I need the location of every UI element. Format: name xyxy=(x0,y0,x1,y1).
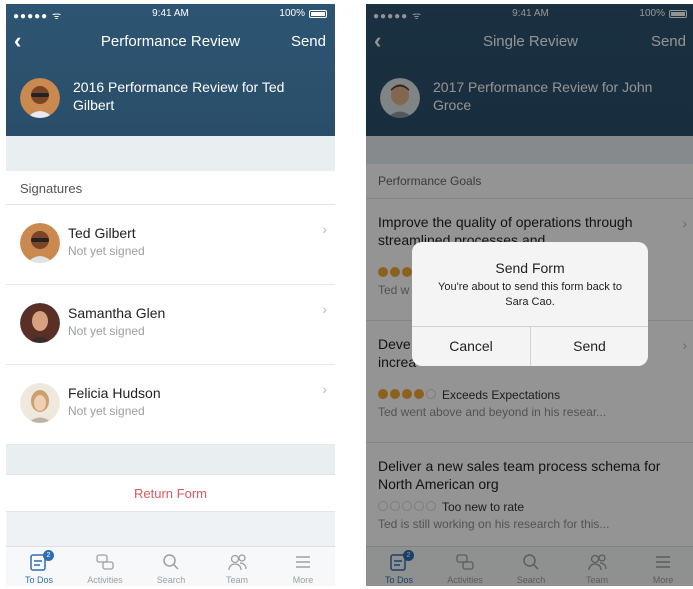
signatures-header: Signatures xyxy=(6,171,335,205)
battery-percent: 100% xyxy=(279,8,305,19)
activities-icon xyxy=(96,554,114,570)
return-form-button[interactable]: Return Form xyxy=(6,474,335,512)
signer-name: Ted Gilbert xyxy=(68,225,136,241)
more-icon xyxy=(296,556,310,568)
tab-todos[interactable]: 2 To Dos xyxy=(6,547,72,586)
signer-name: Felicia Hudson xyxy=(68,385,161,401)
search-icon xyxy=(163,554,179,570)
confirm-send-button[interactable]: Send xyxy=(530,327,648,366)
section-spacer xyxy=(6,136,335,171)
tab-bar: 2 To Dos Activities Search Team More xyxy=(6,546,335,586)
avatar xyxy=(20,303,60,343)
signer-name: Samantha Glen xyxy=(68,305,166,321)
return-form-label: Return Form xyxy=(134,486,207,501)
header: ●●●●● ᯤ 9:41 AM 100% ‹ Performance Revie… xyxy=(6,4,335,136)
chevron-right-icon: › xyxy=(322,221,327,237)
dialog-title: Send Form xyxy=(495,260,565,276)
avatar xyxy=(20,223,60,263)
tab-label: More xyxy=(292,575,314,585)
review-summary: 2016 Performance Review for Ted Gilbert xyxy=(20,76,320,120)
signature-row-ted[interactable]: Ted Gilbert Not yet signed › xyxy=(6,205,335,285)
review-title: 2016 Performance Review for Ted Gilbert xyxy=(73,79,285,113)
tab-more[interactable]: More xyxy=(270,547,335,586)
send-button[interactable]: Send xyxy=(291,33,326,50)
avatar xyxy=(20,78,60,118)
battery-icon xyxy=(309,10,327,18)
todo-badge: 2 xyxy=(43,550,54,561)
dialog-message: You're about to send this form back to S… xyxy=(438,281,622,308)
nav-bar: ‹ Performance Review Send xyxy=(6,30,335,54)
signature-row-samantha[interactable]: Samantha Glen Not yet signed › xyxy=(6,285,335,365)
tab-activities[interactable]: Activities xyxy=(72,547,138,586)
page-title: Performance Review xyxy=(100,33,241,50)
chevron-right-icon: › xyxy=(322,301,327,317)
signer-status: Not yet signed xyxy=(68,404,145,418)
tab-label: Search xyxy=(156,575,186,585)
signer-status: Not yet signed xyxy=(68,324,145,338)
tab-search[interactable]: Search xyxy=(138,547,204,586)
tab-label: Team xyxy=(225,575,248,585)
team-icon xyxy=(228,554,247,571)
signer-status: Not yet signed xyxy=(68,244,145,258)
tab-label: Activities xyxy=(87,575,123,585)
send-form-dialog: Send Form You're about to send this form… xyxy=(412,242,648,366)
dialog-buttons: Cancel Send xyxy=(412,326,648,366)
signature-row-felicia[interactable]: Felicia Hudson Not yet signed › xyxy=(6,365,335,445)
single-review-screen: ●●●●● ᯤ 9:41 AM 100% ‹ Single Review Sen… xyxy=(366,4,693,586)
signatures-list: Ted Gilbert Not yet signed › Samantha Gl… xyxy=(6,205,335,445)
status-bar: ●●●●● ᯤ 9:41 AM 100% xyxy=(6,8,335,22)
avatar xyxy=(20,383,60,423)
chevron-right-icon: › xyxy=(322,381,327,397)
tab-team[interactable]: Team xyxy=(204,547,270,586)
cancel-button[interactable]: Cancel xyxy=(412,327,530,366)
section-spacer xyxy=(6,445,335,474)
performance-review-screen: ●●●●● ᯤ 9:41 AM 100% ‹ Performance Revie… xyxy=(6,4,335,586)
tab-label: To Dos xyxy=(24,575,53,585)
signatures-label: Signatures xyxy=(20,181,83,196)
